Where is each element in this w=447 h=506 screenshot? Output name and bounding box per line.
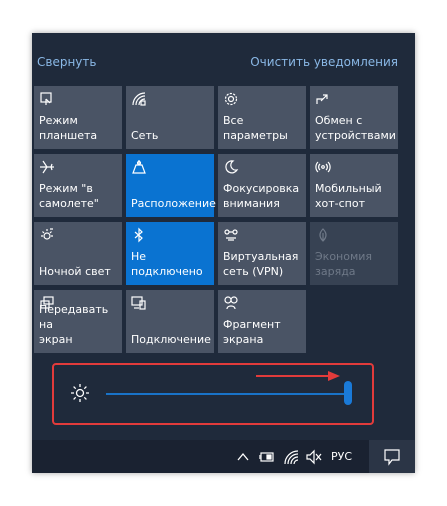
tile-label: Ночной свет [39,265,111,278]
location-icon [132,160,146,174]
tile-label: Сеть [131,129,159,142]
battery-icon[interactable] [258,448,276,466]
tile-label: Подключение [131,333,211,346]
brightness-slider-container [52,363,374,425]
notification-center-button[interactable] [369,440,415,473]
tile-nearby-sharing[interactable]: Обмен с устройствами [310,86,398,149]
brightness-icon [71,384,89,402]
battery-saver-icon [319,228,327,242]
tile-bluetooth[interactable]: Не подключено [126,222,214,285]
tile-connect[interactable]: Подключение [126,290,214,353]
tile-label: Мобильный хот-спот [315,182,382,210]
notification-center-icon [384,449,400,466]
tile-airplane-mode[interactable]: Режим "в самолете" [34,154,122,217]
tile-label: Виртуальная сеть (VPN) [223,250,299,278]
share-icon [316,94,328,104]
wifi-icon[interactable] [283,448,299,466]
annotation-arrow [256,371,340,381]
tile-mobile-hotspot[interactable]: Мобильный хот-спот [310,154,398,217]
tile-label: Фрагмент экрана [223,318,281,346]
clear-notifications-link[interactable]: Очистить уведомления [250,55,398,69]
tile-label: Все параметры [223,114,288,142]
tile-project[interactable]: Передавать на экран [34,290,122,353]
tile-focus-assist[interactable]: Фокусировка внимания [218,154,306,217]
brightness-slider-track[interactable] [106,393,348,395]
gear-icon [224,92,238,106]
vpn-icon [224,229,238,241]
snip-icon [224,296,238,310]
language-indicator[interactable]: РУС [331,448,352,466]
tile-all-settings[interactable]: Все параметры [218,86,306,149]
tile-location[interactable]: Расположение [126,154,216,217]
tile-network[interactable]: Сеть [126,86,214,149]
moon-icon [225,160,239,174]
brightness-slider-thumb[interactable] [344,381,352,405]
collapse-link[interactable]: Свернуть [37,55,96,69]
tile-label: Фокусировка внимания [223,182,300,210]
tablet-mode-icon [40,92,52,105]
tile-label: Режим "в самолете" [39,182,99,210]
tile-vpn[interactable]: Виртуальная сеть (VPN) [218,222,306,285]
tile-tablet-mode[interactable]: Режим планшета [34,86,122,149]
tile-label: Экономия заряда [315,250,373,278]
tile-label: Передавать на экран [39,303,109,346]
tile-night-light[interactable]: Ночной свет [34,222,122,285]
airplane-icon [40,160,54,174]
tile-label: Обмен с устройствами [315,114,396,142]
night-light-icon [41,228,53,240]
tile-label: Расположение [131,197,216,210]
connect-icon [131,296,146,310]
action-center-panel: Свернуть Очистить уведомления Режим план… [32,33,415,473]
chevron-up-icon[interactable] [236,448,250,466]
tile-label: Режим планшета [39,114,98,142]
tile-label: Не подключено [131,250,203,278]
volume-muted-icon[interactable] [305,448,323,466]
taskbar-tray: РУС [32,440,415,473]
network-icon [132,92,146,106]
tile-battery-saver: Экономия заряда [310,222,398,285]
tile-screen-snip[interactable]: Фрагмент экрана [218,290,306,353]
hotspot-icon [315,161,331,173]
bluetooth-icon [134,227,143,243]
